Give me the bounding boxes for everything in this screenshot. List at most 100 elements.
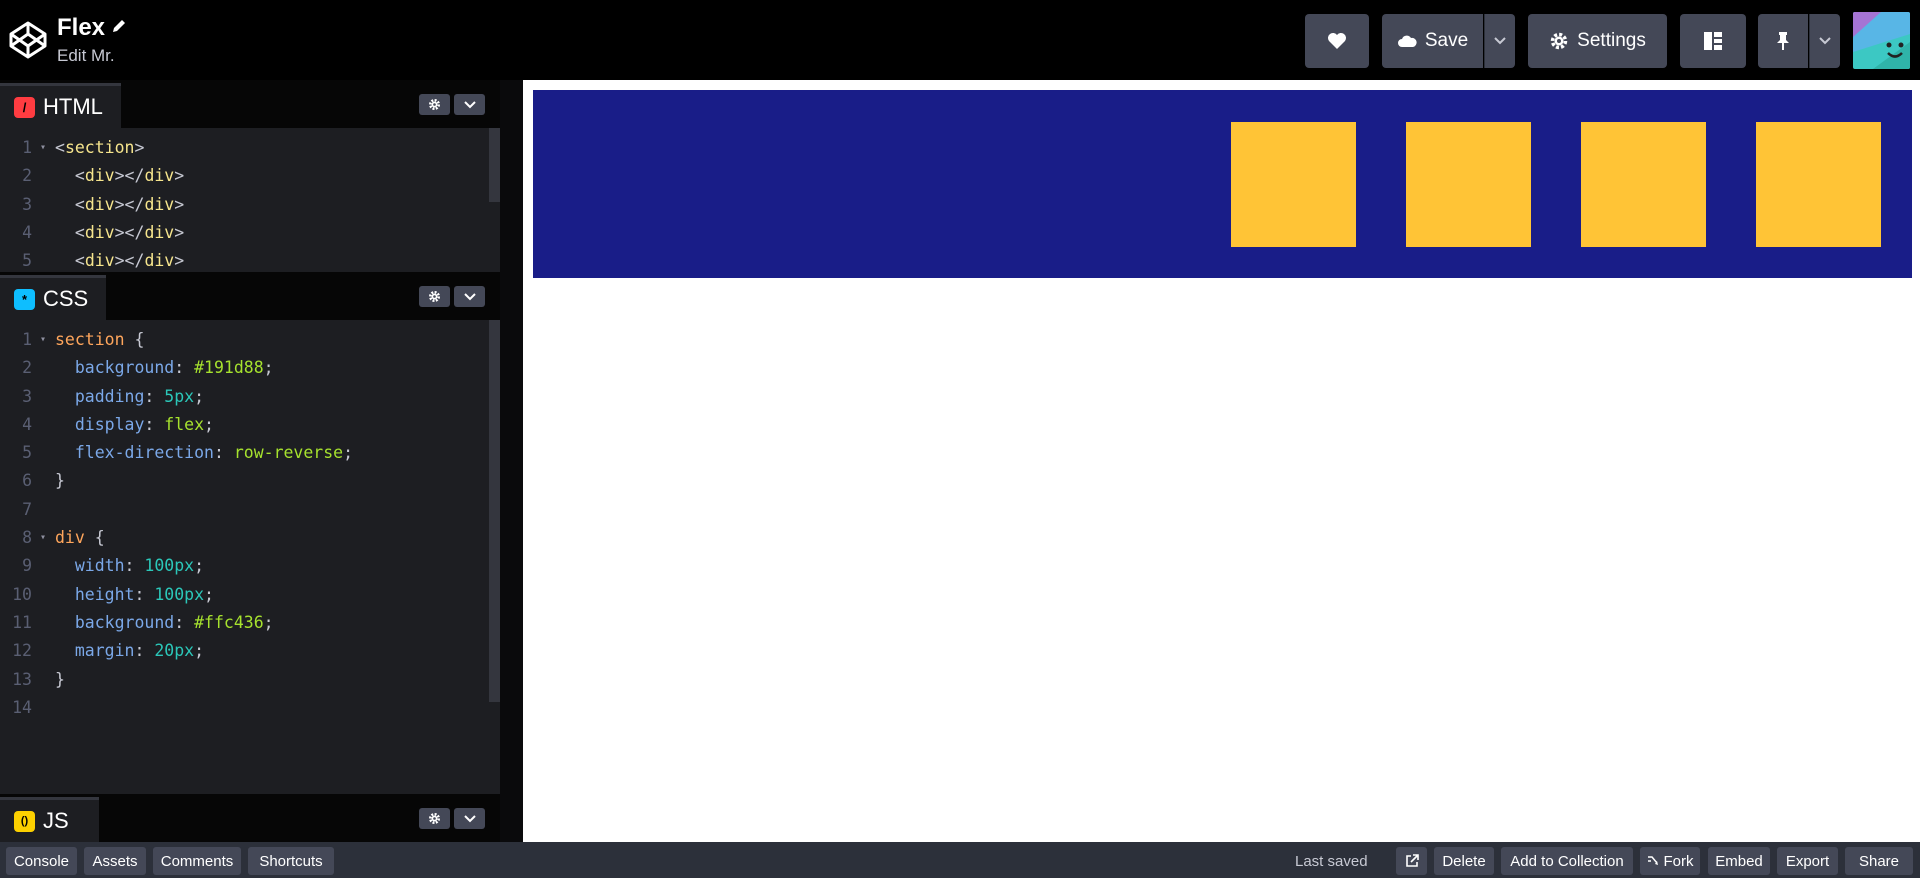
code-token: ; <box>194 641 205 661</box>
code-text: section { <box>55 326 144 354</box>
code-line[interactable]: 1 ▾ section { <box>0 326 500 354</box>
code-line[interactable]: 12 margin: 20px; <box>0 637 500 665</box>
codepen-logo-icon[interactable] <box>8 20 48 60</box>
code-token: div <box>84 251 115 271</box>
js-settings-button[interactable] <box>419 808 450 829</box>
html-scrollbar[interactable] <box>489 128 500 202</box>
code-token: section <box>55 330 125 349</box>
code-token: div <box>144 166 175 186</box>
code-line[interactable]: 3 padding: 5px; <box>0 383 500 411</box>
pin-button[interactable] <box>1758 14 1808 68</box>
settings-button[interactable]: Settings <box>1528 14 1667 68</box>
header-bar: Flex Edit Mr. Save Settings <box>0 0 1920 80</box>
css-scrollbar[interactable] <box>489 320 500 702</box>
tab-css[interactable]: * CSS <box>0 275 107 320</box>
fold-arrow-icon[interactable]: ▾ <box>40 524 46 552</box>
code-line[interactable]: 14 <box>0 694 500 722</box>
preview-box <box>1756 122 1881 247</box>
code-line[interactable]: 3 <div></div> <box>0 191 500 219</box>
code-line[interactable]: 11 background: #ffc436; <box>0 609 500 637</box>
chevron-down-icon <box>463 292 476 300</box>
line-number: 1 <box>22 138 32 157</box>
html-settings-button[interactable] <box>419 94 450 115</box>
code-token: 20px <box>154 641 195 661</box>
comments-button[interactable]: Comments <box>153 847 241 875</box>
code-token: div <box>84 194 115 214</box>
html-collapse-button[interactable] <box>454 94 485 115</box>
html-panel-header: / HTML <box>0 80 500 128</box>
code-token: { <box>84 528 105 548</box>
fold-arrow-icon[interactable]: ▾ <box>40 134 46 162</box>
delete-button[interactable]: Delete <box>1434 847 1494 875</box>
pin-icon <box>1777 32 1789 50</box>
code-text: display: flex; <box>55 411 214 439</box>
line-number: 5 <box>22 251 32 271</box>
code-line[interactable]: 5 <div></div> <box>0 247 500 272</box>
fork-icon <box>1647 856 1658 865</box>
code-line[interactable]: 5 flex-direction: row-reverse; <box>0 439 500 467</box>
footer-bar: Console Assets Comments Shortcuts Last s… <box>0 842 1920 878</box>
code-token: ></ <box>114 251 145 271</box>
line-number: 5 <box>22 443 32 463</box>
code-text: <div></div> <box>55 247 184 272</box>
like-button[interactable] <box>1305 14 1369 68</box>
line-number: 3 <box>22 386 32 406</box>
tab-js[interactable]: () JS <box>0 797 99 842</box>
code-line[interactable]: 1 ▾ <section> <box>0 134 500 162</box>
share-button[interactable]: Share <box>1845 847 1913 875</box>
save-button[interactable]: Save <box>1382 14 1483 68</box>
code-line[interactable]: 7 <box>0 496 500 524</box>
chevron-down-icon <box>463 100 476 108</box>
save-options-button[interactable] <box>1484 14 1515 68</box>
code-text: background: #ffc436; <box>55 609 274 637</box>
code-line[interactable]: 4 <div></div> <box>0 219 500 247</box>
code-token: ; <box>204 414 214 434</box>
line-number: 12 <box>12 641 32 661</box>
code-line[interactable]: 8 ▾ div { <box>0 524 500 552</box>
pen-title[interactable]: Flex <box>57 14 105 42</box>
code-token: > <box>174 166 185 186</box>
js-collapse-button[interactable] <box>454 808 485 829</box>
save-label: Save <box>1424 30 1469 51</box>
fold-arrow-icon[interactable]: ▾ <box>40 326 46 354</box>
user-avatar[interactable] <box>1853 12 1910 69</box>
css-collapse-button[interactable] <box>454 286 485 307</box>
code-token: ></ <box>114 222 145 242</box>
code-line[interactable]: 6} <box>0 467 500 495</box>
assets-button[interactable]: Assets <box>84 847 146 875</box>
line-number: 2 <box>22 166 32 186</box>
fork-button[interactable]: Fork <box>1640 847 1700 875</box>
css-settings-button[interactable] <box>419 286 450 307</box>
code-token: } <box>55 669 65 689</box>
html-code-editor[interactable]: 1 ▾ <section> 2 <div></div> 3 <div></div> 4 <… <box>0 134 500 272</box>
pen-author[interactable]: Edit Mr. <box>57 46 115 66</box>
code-line[interactable]: 2 <div></div> <box>0 162 500 190</box>
code-line[interactable]: 2 background: #191d88; <box>0 354 500 382</box>
pencil-icon[interactable] <box>110 17 128 35</box>
code-token: ; <box>194 386 205 406</box>
pin-options-button[interactable] <box>1809 14 1840 68</box>
js-panel-header: () JS <box>0 794 500 842</box>
export-button[interactable]: Export <box>1777 847 1838 875</box>
code-token: { <box>124 330 145 349</box>
resize-divider[interactable] <box>500 80 523 842</box>
code-text: padding: 5px; <box>55 383 204 411</box>
code-token: < <box>55 138 65 157</box>
code-text: } <box>55 666 65 694</box>
console-button[interactable]: Console <box>6 847 77 875</box>
css-badge-icon: * <box>14 288 35 310</box>
embed-button[interactable]: Embed <box>1708 847 1770 875</box>
add-to-collection-button[interactable]: Add to Collection <box>1501 847 1633 875</box>
open-external-button[interactable] <box>1396 847 1427 875</box>
code-line[interactable]: 9 width: 100px; <box>0 552 500 580</box>
code-line[interactable]: 4 display: flex; <box>0 411 500 439</box>
code-token: height <box>55 584 135 604</box>
code-line[interactable]: 10 height: 100px; <box>0 581 500 609</box>
css-code-editor[interactable]: 1 ▾ section {2 background: #191d88; 3 paddi… <box>0 326 500 796</box>
change-view-button[interactable] <box>1680 14 1746 68</box>
code-line[interactable]: 13} <box>0 666 500 694</box>
tab-html[interactable]: / HTML <box>0 83 121 128</box>
code-text: height: 100px; <box>55 581 214 609</box>
code-token: #ffc436 <box>194 612 264 632</box>
shortcuts-button[interactable]: Shortcuts <box>248 847 334 875</box>
